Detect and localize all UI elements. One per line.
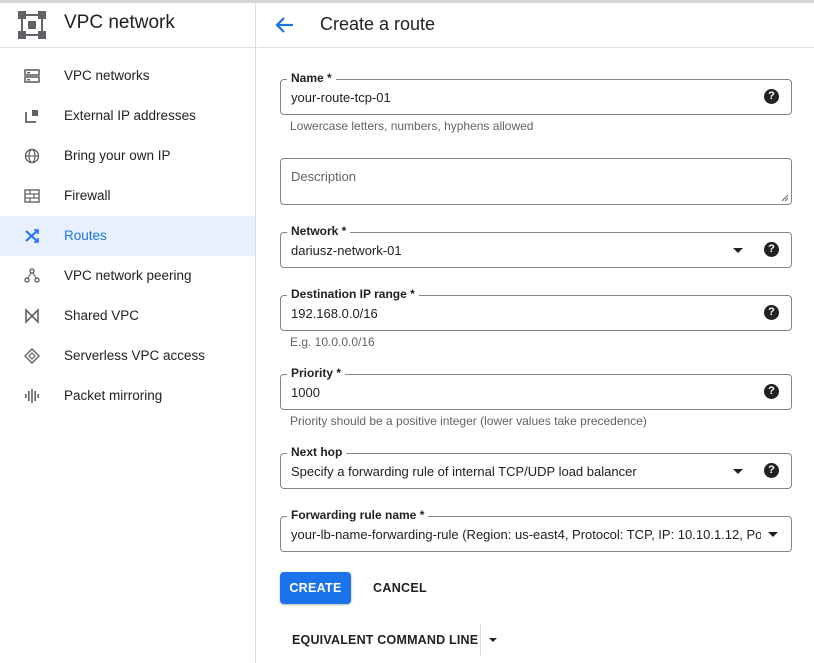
priority-hint: Priority should be a positive integer (l… [290, 414, 647, 428]
equivalent-command-line-label[interactable]: EQUIVALENT COMMAND LINE [292, 633, 478, 647]
forwarding-rule-select[interactable]: Forwarding rule name * your-lb-name-forw… [280, 508, 792, 552]
help-icon[interactable]: ? [764, 89, 779, 104]
sidebar-item-label: Routes [64, 228, 107, 243]
sidebar-item-label: Serverless VPC access [64, 348, 206, 363]
external-ip-icon [25, 110, 38, 123]
back-arrow-icon[interactable] [274, 14, 296, 36]
sidebar-item-byoip[interactable]: Bring your own IP [0, 136, 255, 176]
sidebar-item-label: VPC network peering [64, 268, 192, 283]
shared-vpc-icon [25, 308, 39, 324]
main-header: Create a route [257, 3, 814, 48]
chevron-down-icon[interactable] [733, 469, 743, 474]
sidebar-item-vpc-networks[interactable]: VPC networks [0, 56, 255, 96]
network-label: Network * [287, 224, 351, 238]
create-button[interactable]: CREATE [280, 572, 351, 604]
destination-label: Destination IP range * [287, 287, 419, 301]
chevron-down-icon[interactable] [733, 248, 743, 253]
sidebar-item-external-ip[interactable]: External IP addresses [0, 96, 255, 136]
divider [480, 624, 481, 656]
sidebar-item-label: Shared VPC [64, 308, 140, 323]
sidebar-item-label: Packet mirroring [64, 388, 163, 403]
help-icon[interactable]: ? [764, 384, 779, 399]
peering-icon [24, 268, 40, 283]
network-value[interactable]: dariusz-network-01 [291, 243, 402, 258]
sidebar-item-routes[interactable]: Routes [0, 216, 255, 256]
sidebar-item-label: External IP addresses [64, 108, 196, 123]
firewall-icon [24, 189, 40, 203]
name-hint: Lowercase letters, numbers, hyphens allo… [290, 119, 534, 133]
description-field[interactable]: Description [280, 158, 792, 205]
vpc-networks-icon [24, 69, 40, 83]
priority-label: Priority * [287, 366, 346, 380]
chevron-down-icon[interactable] [768, 532, 778, 537]
page-title: Create a route [320, 14, 436, 34]
sidebar: VPC network VPC networks External IP add… [0, 3, 256, 663]
next-hop-label: Next hop [287, 445, 347, 459]
equivalent-command-line-button[interactable]: EQUIVALENT COMMAND LINE [280, 624, 505, 656]
help-icon[interactable]: ? [764, 305, 779, 320]
help-icon[interactable]: ? [764, 463, 779, 478]
name-field[interactable]: Name * your-route-tcp-01 ? [280, 71, 792, 115]
priority-field[interactable]: Priority * 1000 ? [280, 366, 792, 410]
name-label: Name * [287, 71, 336, 85]
product-title: VPC network [64, 12, 175, 33]
chevron-down-icon[interactable] [489, 638, 497, 642]
help-icon[interactable]: ? [764, 242, 779, 257]
network-select[interactable]: Network * dariusz-network-01 ? [280, 224, 792, 268]
next-hop-value[interactable]: Specify a forwarding rule of internal TC… [291, 464, 637, 479]
sidebar-item-label: VPC networks [64, 68, 150, 83]
sidebar-nav: VPC networks External IP addresses Bring… [0, 56, 255, 416]
sidebar-header: VPC network [0, 3, 255, 48]
forwarding-rule-label: Forwarding rule name * [287, 508, 429, 522]
sidebar-item-peering[interactable]: VPC network peering [0, 256, 255, 296]
sidebar-item-label: Firewall [64, 188, 111, 203]
vpc-network-product-icon [18, 11, 46, 39]
sidebar-item-label: Bring your own IP [64, 148, 171, 163]
globe-icon [24, 148, 40, 164]
sidebar-item-shared-vpc[interactable]: Shared VPC [0, 296, 255, 336]
forwarding-rule-value[interactable]: your-lb-name-forwarding-rule (Region: us… [291, 527, 761, 542]
serverless-icon [24, 348, 40, 364]
destination-ip-range-field[interactable]: Destination IP range * 192.168.0.0/16 ? [280, 287, 792, 331]
description-placeholder: Description [291, 169, 357, 184]
next-hop-select[interactable]: Next hop Specify a forwarding rule of in… [280, 445, 792, 489]
name-value[interactable]: your-route-tcp-01 [291, 90, 391, 105]
sidebar-item-firewall[interactable]: Firewall [0, 176, 255, 216]
cancel-button[interactable]: CANCEL [364, 572, 436, 604]
routes-icon [25, 229, 39, 243]
packet-mirroring-icon [25, 389, 39, 403]
sidebar-item-packet-mirroring[interactable]: Packet mirroring [0, 376, 255, 416]
sidebar-item-serverless-vpc[interactable]: Serverless VPC access [0, 336, 255, 376]
resize-grip-icon[interactable] [781, 194, 789, 202]
priority-value[interactable]: 1000 [291, 385, 320, 400]
destination-value[interactable]: 192.168.0.0/16 [291, 306, 378, 321]
destination-hint: E.g. 10.0.0.0/16 [290, 335, 375, 349]
